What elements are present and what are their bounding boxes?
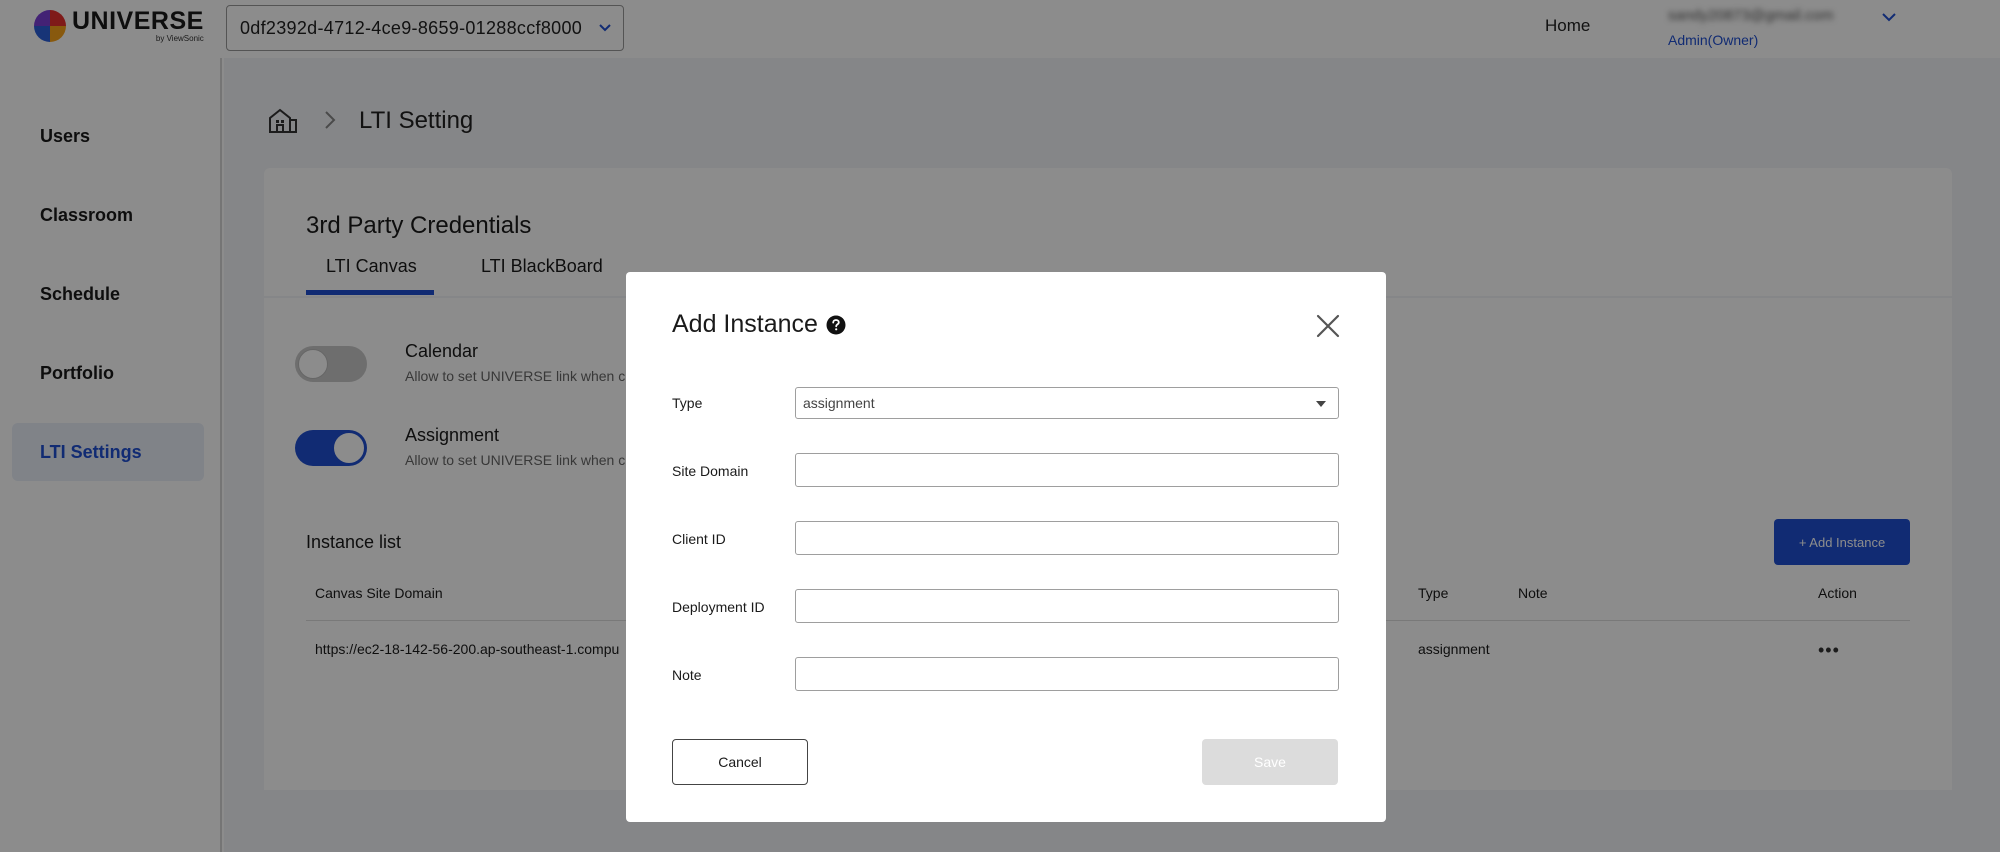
- save-button[interactable]: Save: [1202, 739, 1338, 785]
- caret-down-icon: [1316, 401, 1326, 407]
- deployment-id-label: Deployment ID: [672, 599, 765, 615]
- cancel-button[interactable]: Cancel: [672, 739, 808, 785]
- type-select-value: assignment: [803, 395, 875, 411]
- note-input[interactable]: [795, 657, 1339, 691]
- deployment-id-input[interactable]: [795, 589, 1339, 623]
- type-label: Type: [672, 395, 703, 411]
- note-label: Note: [672, 667, 702, 683]
- client-id-label: Client ID: [672, 531, 726, 547]
- add-instance-modal: Add Instance Type assignment Site Domain…: [626, 272, 1386, 822]
- site-domain-label: Site Domain: [672, 463, 749, 479]
- help-icon[interactable]: [826, 315, 846, 335]
- site-domain-input[interactable]: [795, 453, 1339, 487]
- close-icon[interactable]: [1314, 312, 1342, 340]
- modal-title: Add Instance: [672, 310, 818, 338]
- client-id-input[interactable]: [795, 521, 1339, 555]
- type-select[interactable]: assignment: [795, 387, 1339, 419]
